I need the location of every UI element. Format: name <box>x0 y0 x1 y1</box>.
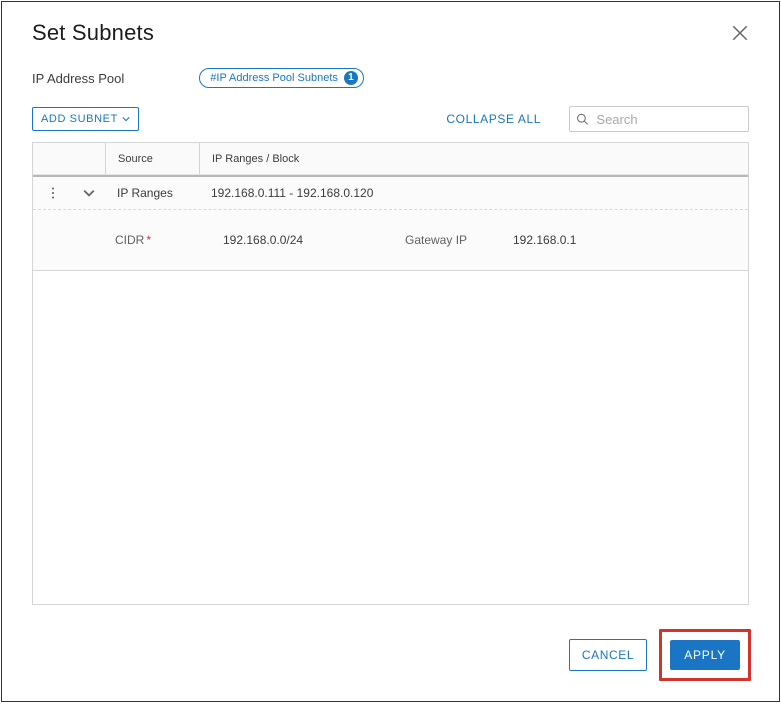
chevron-down-icon <box>122 115 130 123</box>
row-expand-toggle[interactable] <box>73 187 105 199</box>
dialog-header: Set Subnets <box>2 2 779 50</box>
dialog-footer: CANCEL APPLY <box>2 605 779 701</box>
subnets-grid: Source IP Ranges / Block IP Ranges 192.1… <box>32 142 749 605</box>
toolbar: ADD SUBNET COLLAPSE ALL <box>2 100 779 142</box>
grid-header-ranges: IP Ranges / Block <box>199 143 748 174</box>
kebab-icon <box>47 187 59 199</box>
close-icon[interactable] <box>731 24 749 42</box>
cidr-label: CIDR* <box>115 233 199 247</box>
ip-pool-label: IP Address Pool <box>32 71 124 86</box>
cidr-value: 192.168.0.0/24 <box>199 233 405 247</box>
table-row[interactable]: IP Ranges 192.168.0.111 - 192.168.0.120 <box>33 175 748 209</box>
add-subnet-label: ADD SUBNET <box>41 113 118 125</box>
ip-pool-chip[interactable]: #IP Address Pool Subnets 1 <box>199 68 364 88</box>
row-detail: CIDR* 192.168.0.0/24 Gateway IP 192.168.… <box>33 209 748 271</box>
search-input[interactable] <box>594 111 742 128</box>
grid-body: IP Ranges 192.168.0.111 - 192.168.0.120 … <box>33 175 748 604</box>
search-box[interactable] <box>569 106 749 132</box>
ip-pool-chip-count: 1 <box>344 71 358 85</box>
search-icon <box>576 112 588 126</box>
cancel-button[interactable]: CANCEL <box>569 639 647 671</box>
row-source-value: IP Ranges <box>105 186 199 200</box>
apply-button[interactable]: APPLY <box>670 640 740 670</box>
apply-highlight: APPLY <box>659 629 751 681</box>
required-asterisk: * <box>146 233 151 247</box>
gateway-value: 192.168.0.1 <box>513 233 748 247</box>
ip-pool-chip-text: #IP Address Pool Subnets <box>210 71 338 85</box>
row-ranges-value: 192.168.0.111 - 192.168.0.120 <box>199 186 748 200</box>
ip-pool-row: IP Address Pool #IP Address Pool Subnets… <box>2 50 779 100</box>
chevron-down-icon <box>83 187 95 199</box>
add-subnet-button[interactable]: ADD SUBNET <box>32 107 139 131</box>
collapse-all-link[interactable]: COLLAPSE ALL <box>446 112 541 126</box>
gateway-label: Gateway IP <box>405 233 513 247</box>
dialog-title: Set Subnets <box>32 20 154 46</box>
grid-header-source: Source <box>105 143 199 174</box>
cidr-label-text: CIDR <box>115 233 144 247</box>
set-subnets-dialog: Set Subnets IP Address Pool #IP Address … <box>1 1 780 702</box>
grid-header: Source IP Ranges / Block <box>33 143 748 175</box>
row-actions-menu[interactable] <box>33 187 73 199</box>
